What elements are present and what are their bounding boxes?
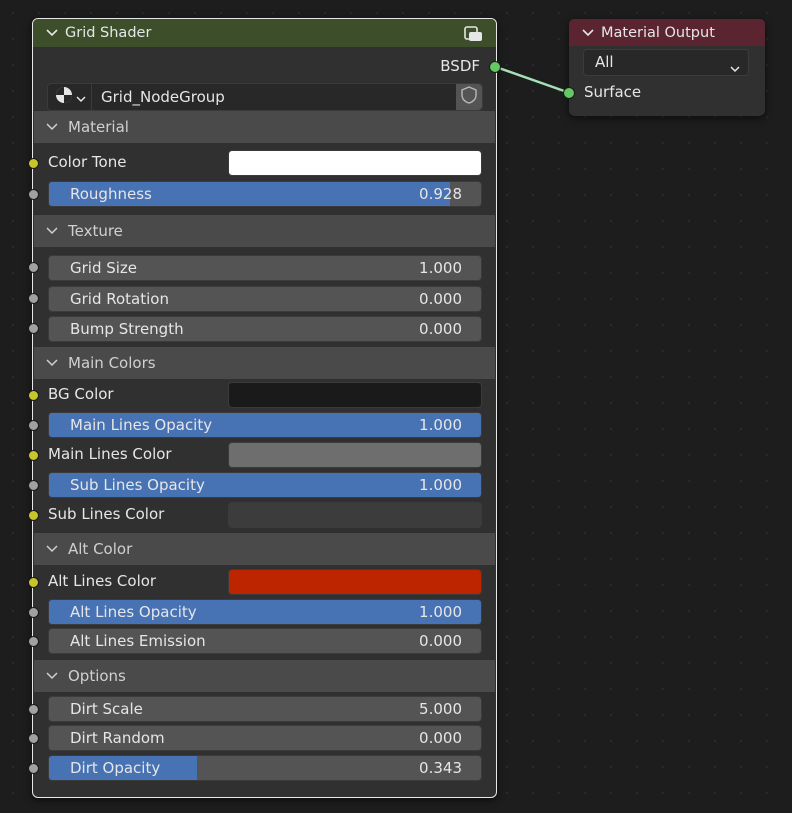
roughness-socket[interactable] [28, 189, 39, 200]
alt-lines-emission-field[interactable]: Alt Lines Emission 0.000 [48, 628, 482, 654]
panel-title: Material [68, 118, 129, 136]
slider-label: Alt Lines Opacity [70, 603, 197, 621]
alt-lines-color-socket[interactable] [28, 577, 39, 588]
chevron-down-icon [44, 227, 60, 235]
dirt-random-field[interactable]: Dirt Random 0.000 [48, 725, 482, 751]
slider-value: 0.000 [419, 729, 462, 747]
dirt-scale-socket[interactable] [28, 704, 39, 715]
slider-label: Roughness [70, 185, 152, 203]
bg-color-swatch[interactable] [228, 382, 482, 408]
slider-value: 1.000 [419, 603, 462, 621]
bsdf-output-socket[interactable] [489, 61, 501, 73]
panel-title: Alt Color [68, 540, 133, 558]
bg-color-socket[interactable] [28, 390, 39, 401]
node-group-browse-button[interactable] [48, 84, 92, 110]
bg-color-label: BG Color [48, 385, 114, 403]
grid-size-socket[interactable] [28, 262, 39, 273]
panel-title: Main Colors [68, 354, 156, 372]
node-group-name[interactable]: Grid_NodeGroup [101, 84, 225, 110]
alt-lines-opacity-slider[interactable]: Alt Lines Opacity 1.000 [48, 599, 482, 625]
surface-input-socket[interactable] [563, 87, 575, 99]
dropdown-value: All [595, 53, 614, 71]
grid-rotation-socket[interactable] [28, 293, 39, 304]
slider-value: 0.000 [419, 290, 462, 308]
chevron-down-icon [44, 545, 60, 553]
grid-size-field[interactable]: Grid Size 1.000 [48, 255, 482, 281]
node-title: Material Output [601, 24, 715, 41]
chevron-down-icon[interactable] [577, 28, 599, 37]
dirt-random-socket[interactable] [28, 733, 39, 744]
dirt-opacity-socket[interactable] [28, 763, 39, 774]
chevron-down-icon [44, 123, 60, 131]
panel-title: Texture [68, 222, 123, 240]
node-group-selector[interactable]: Grid_NodeGroup [47, 83, 483, 111]
alt-lines-opacity-socket[interactable] [28, 607, 39, 618]
material-sphere-icon [54, 85, 74, 109]
node-header[interactable]: Material Output [569, 19, 765, 46]
dirt-scale-field[interactable]: Dirt Scale 5.000 [48, 696, 482, 722]
slider-label: Dirt Random [70, 729, 165, 747]
color-tone-socket[interactable] [28, 158, 39, 169]
chevron-down-icon [730, 58, 740, 77]
material-output-node[interactable]: Material Output All Surface [563, 19, 765, 116]
slider-label: Bump Strength [70, 320, 184, 338]
sub-lines-color-socket[interactable] [28, 510, 39, 521]
main-lines-opacity-socket[interactable] [28, 420, 39, 431]
main-lines-opacity-slider[interactable]: Main Lines Opacity 1.000 [48, 412, 482, 438]
node-header[interactable]: Grid Shader [33, 19, 496, 47]
panel-header-main-colors[interactable]: Main Colors [34, 347, 495, 379]
slider-value: 1.000 [419, 476, 462, 494]
slider-label: Alt Lines Emission [70, 632, 206, 650]
slider-label: Grid Rotation [70, 290, 169, 308]
dirt-opacity-slider[interactable]: Dirt Opacity 0.343 [48, 755, 482, 781]
target-dropdown[interactable]: All [583, 49, 749, 76]
slider-label: Dirt Opacity [70, 759, 161, 777]
slider-value: 0.000 [419, 320, 462, 338]
alt-lines-color-swatch[interactable] [228, 569, 482, 595]
bump-strength-socket[interactable] [28, 323, 39, 334]
sub-lines-color-label: Sub Lines Color [48, 505, 165, 523]
main-lines-color-label: Main Lines Color [48, 445, 172, 463]
fake-user-button[interactable] [456, 84, 482, 110]
chevron-down-icon [44, 359, 60, 367]
alt-lines-emission-socket[interactable] [28, 636, 39, 647]
bump-strength-field[interactable]: Bump Strength 0.000 [48, 316, 482, 342]
sub-lines-color-swatch[interactable] [228, 502, 482, 528]
slider-value: 1.000 [419, 259, 462, 277]
chevron-down-icon [75, 88, 86, 107]
slider-label: Dirt Scale [70, 700, 143, 718]
node-title: Grid Shader [65, 25, 152, 41]
slider-value: 0.000 [419, 632, 462, 650]
chevron-down-icon [44, 672, 60, 680]
grid-rotation-field[interactable]: Grid Rotation 0.000 [48, 286, 482, 312]
slider-value: 0.928 [419, 185, 462, 203]
node-group-icon[interactable] [464, 25, 484, 47]
panel-header-alt-color[interactable]: Alt Color [34, 533, 495, 565]
slider-label: Main Lines Opacity [70, 416, 213, 434]
grid-shader-node[interactable]: Grid Shader BSDF Grid_NodeGroup Material… [28, 18, 501, 798]
roughness-slider[interactable]: Roughness 0.928 [48, 181, 482, 207]
color-tone-label: Color Tone [48, 153, 127, 171]
sub-lines-opacity-slider[interactable]: Sub Lines Opacity 1.000 [48, 472, 482, 498]
bsdf-output-label: BSDF [440, 57, 480, 75]
panel-header-texture[interactable]: Texture [34, 215, 495, 247]
panel-header-material[interactable]: Material [34, 111, 495, 143]
fake-user-shield-icon [461, 86, 477, 108]
slider-label: Grid Size [70, 259, 138, 277]
slider-value: 5.000 [419, 700, 462, 718]
main-lines-color-socket[interactable] [28, 450, 39, 461]
main-lines-color-swatch[interactable] [228, 442, 482, 468]
sub-lines-opacity-socket[interactable] [28, 480, 39, 491]
slider-value: 1.000 [419, 416, 462, 434]
color-tone-swatch[interactable] [228, 150, 482, 176]
surface-input-label: Surface [584, 83, 642, 101]
panel-header-options[interactable]: Options [34, 660, 495, 692]
slider-value: 0.343 [419, 759, 462, 777]
slider-label: Sub Lines Opacity [70, 476, 205, 494]
alt-lines-color-label: Alt Lines Color [48, 572, 157, 590]
chevron-down-icon[interactable] [41, 29, 63, 37]
panel-title: Options [68, 667, 126, 685]
